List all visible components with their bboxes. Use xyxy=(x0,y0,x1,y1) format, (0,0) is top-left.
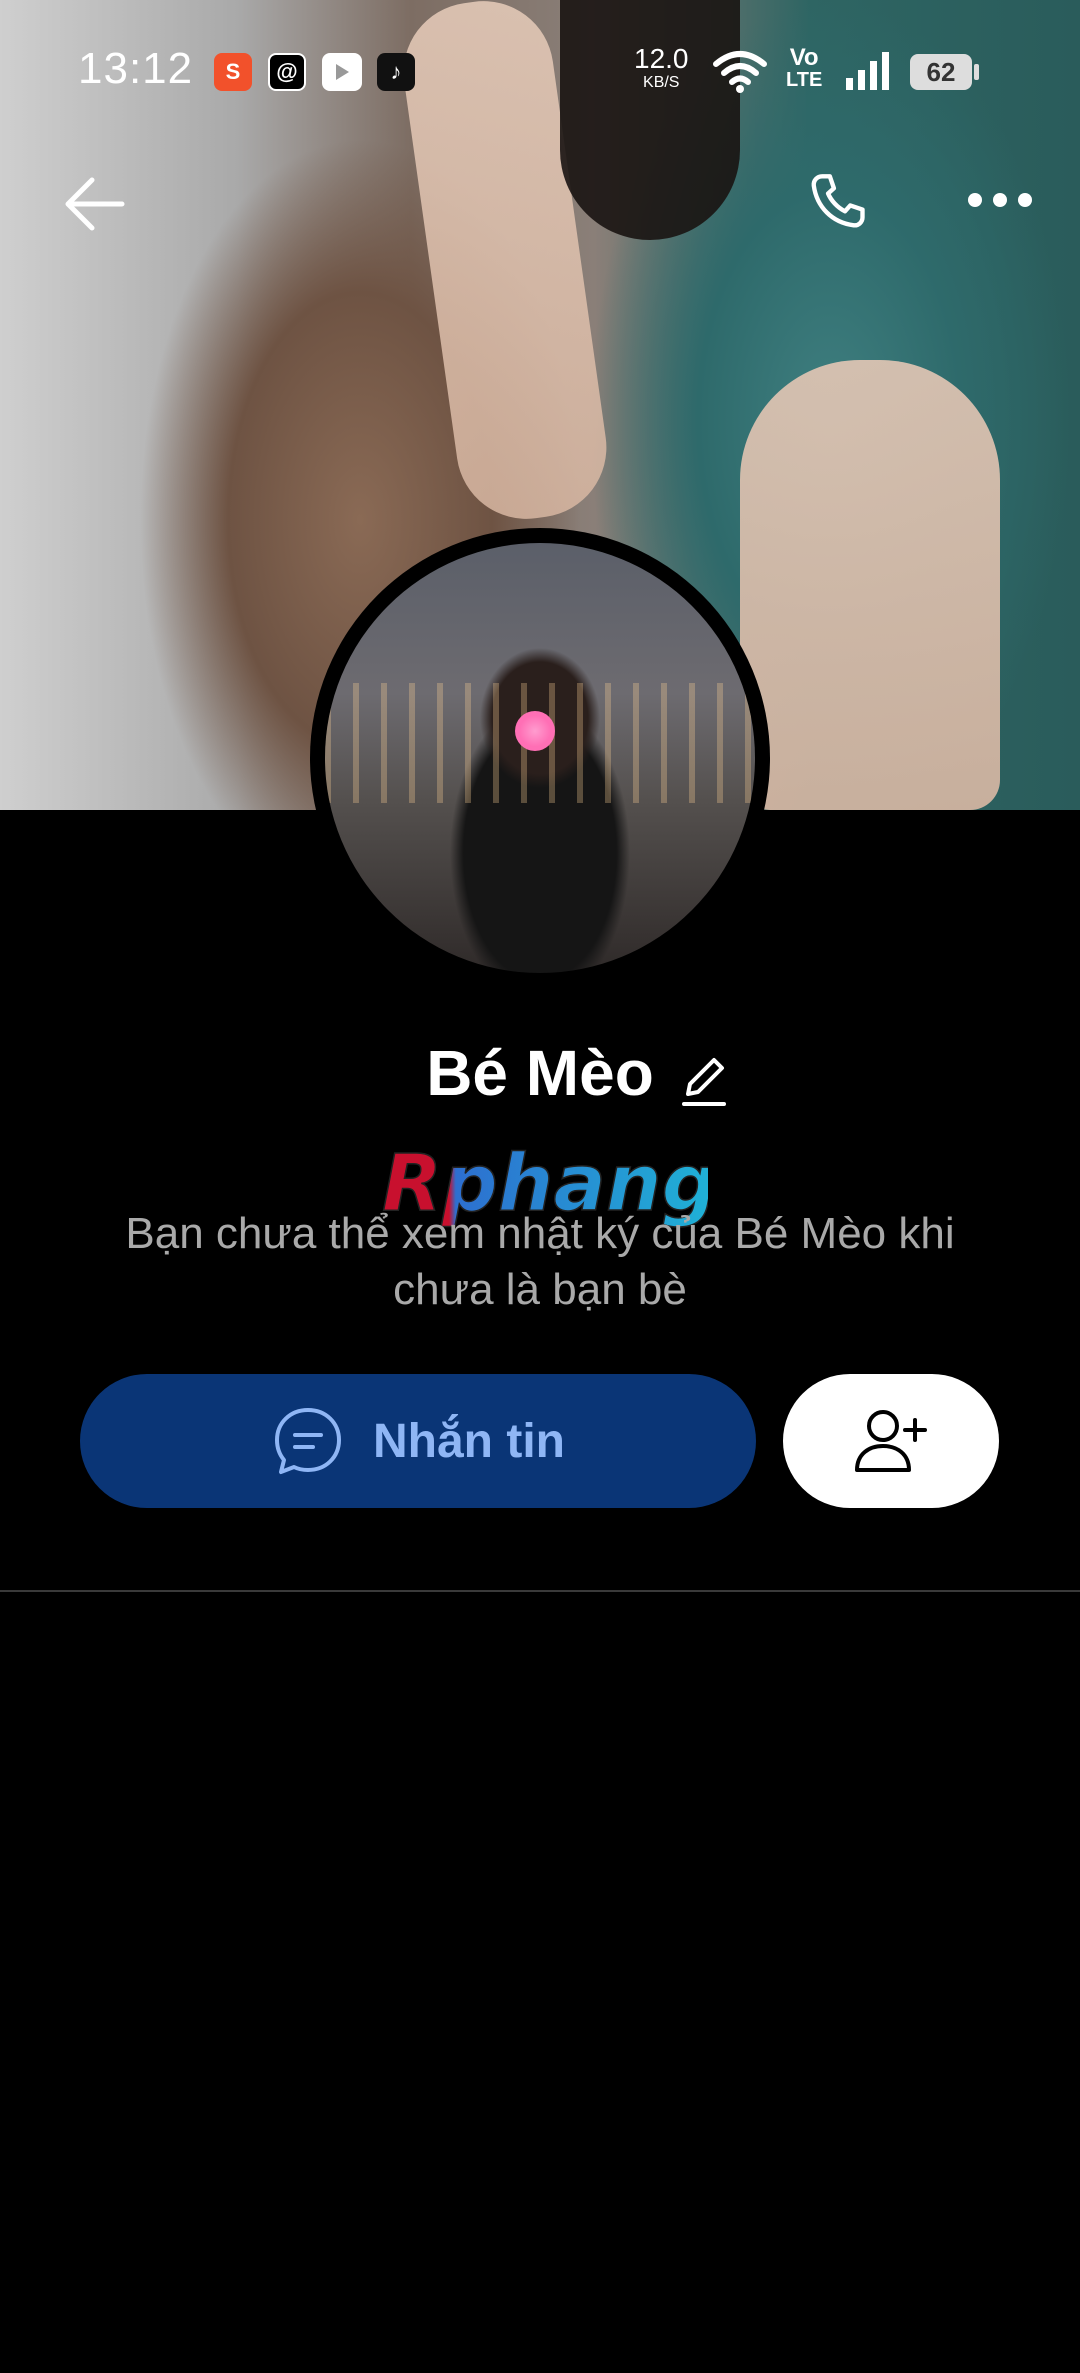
battery-level: 62 xyxy=(910,54,972,90)
threads-icon: @ xyxy=(268,53,306,91)
avatar[interactable] xyxy=(310,528,770,988)
status-time: 13:12 xyxy=(78,44,194,93)
message-button-label: Nhắn tin xyxy=(373,1414,565,1468)
wifi-icon xyxy=(713,51,767,93)
volte-indicator: Vo LTE xyxy=(786,44,823,92)
network-speed-unit: KB/S xyxy=(643,74,680,91)
flower-icon xyxy=(515,711,555,751)
status-bar: 13:12 S @ ♪ 12.0 KB/S Vo LTE 62 xyxy=(0,0,1080,140)
battery-nub xyxy=(974,64,979,80)
edit-icon xyxy=(682,1058,726,1106)
privacy-notice: Bạn chưa thể xem nhật ký của Bé Mèo khi … xyxy=(125,1209,955,1314)
tiktok-icon: ♪ xyxy=(377,53,415,91)
chat-icon xyxy=(275,1408,341,1474)
call-button[interactable] xyxy=(796,162,880,246)
profile-name-row: Bé Mèo xyxy=(0,1036,1080,1126)
signal-icon xyxy=(846,52,889,90)
message-button[interactable]: Nhắn tin xyxy=(80,1374,756,1508)
back-button[interactable] xyxy=(56,166,132,242)
edit-name-button[interactable] xyxy=(680,1052,728,1113)
more-icon xyxy=(968,193,1032,207)
battery-indicator: 62 xyxy=(910,54,980,90)
add-friend-icon xyxy=(855,1410,927,1472)
back-arrow-icon xyxy=(65,177,125,231)
section-divider xyxy=(0,1590,1080,1592)
shopee-icon: S xyxy=(214,53,252,91)
add-friend-button[interactable] xyxy=(783,1374,999,1508)
youtube-icon xyxy=(322,53,362,91)
phone-icon xyxy=(811,174,865,228)
avatar-photo xyxy=(325,543,755,973)
more-button[interactable] xyxy=(960,172,1040,228)
cover-photo-detail xyxy=(740,360,1000,810)
network-speed-value: 12.0 xyxy=(634,43,689,74)
profile-name: Bé Mèo xyxy=(426,1037,654,1109)
volte-bottom: LTE xyxy=(786,69,823,91)
network-speed: 12.0 KB/S xyxy=(634,45,689,95)
volte-top: Vo xyxy=(789,44,819,71)
